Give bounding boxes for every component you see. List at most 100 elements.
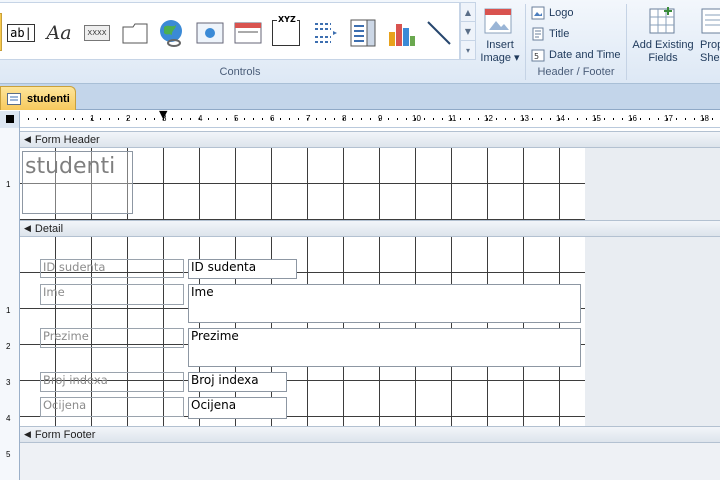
separator	[626, 4, 627, 80]
ruler-number: 5	[6, 450, 11, 459]
section-collapse-icon: ◀	[24, 429, 31, 439]
document-tab-bar	[0, 84, 720, 110]
ruler-tick	[397, 118, 398, 120]
ruler-tick	[37, 118, 38, 120]
header-footer-group-label: Header / Footer	[537, 66, 615, 78]
ruler-tick	[208, 118, 209, 120]
ruler-number: 14	[556, 114, 565, 123]
ruler-number: 12	[484, 114, 493, 123]
property-sheet-icon	[701, 8, 720, 34]
ruler-number: 4	[6, 414, 11, 423]
ruler-tick	[334, 118, 335, 120]
line-icon[interactable]	[424, 17, 454, 49]
ruler-tick	[487, 118, 488, 120]
text-box-icon[interactable]: ab|	[6, 17, 36, 49]
ruler-tick	[604, 118, 605, 120]
ruler-tick	[577, 118, 578, 120]
navigation-control-icon[interactable]	[233, 17, 263, 49]
ruler-tick	[622, 118, 623, 120]
logo-button[interactable]: Logo	[531, 4, 621, 22]
form-header-bar[interactable]: ◀ Form Header	[20, 131, 720, 148]
ruler-number: 15	[592, 114, 601, 123]
ruler-tick	[514, 118, 515, 120]
tab-control-icon[interactable]	[120, 17, 150, 49]
property-sheet-button[interactable]: Prop She	[698, 4, 720, 64]
ruler-tick	[451, 118, 452, 120]
controls-group-label: Controls	[219, 66, 261, 78]
ruler-tick	[136, 118, 137, 120]
ruler-tick	[379, 118, 380, 120]
ruler-tick	[127, 118, 128, 120]
title-icon	[532, 27, 544, 41]
label-ime[interactable]: Ime	[40, 284, 184, 305]
ruler-tick	[442, 118, 443, 120]
add-fields-icon	[649, 7, 675, 34]
date-time-icon: 5	[531, 49, 545, 62]
insert-image-button[interactable]: Insert Image ▾	[478, 4, 522, 64]
section-collapse-icon: ◀	[24, 134, 31, 144]
ruler-tick	[370, 118, 371, 120]
ruler-tick	[415, 118, 416, 120]
ruler-tick	[100, 118, 101, 120]
label-icon[interactable]: Aa	[44, 17, 74, 49]
ruler-tick	[307, 118, 308, 120]
label-prezime[interactable]: Prezime	[40, 328, 184, 348]
textbox-prezime[interactable]: Prezime	[188, 328, 581, 367]
ruler-tick	[253, 118, 254, 120]
label-broj-indexa[interactable]: Broj indexa	[40, 372, 184, 392]
detail-bar[interactable]: ◀ Detail	[20, 220, 720, 237]
chart-icon[interactable]	[386, 17, 416, 49]
ruler-tick	[586, 118, 587, 120]
ruler-tick	[613, 118, 614, 120]
form-footer-bar[interactable]: ◀ Form Footer	[20, 426, 720, 443]
title-button[interactable]: Title	[531, 25, 621, 43]
horizontal-ruler[interactable]: 12345678910111213141516171819	[20, 111, 720, 128]
hyperlink-icon[interactable]	[156, 17, 186, 49]
ruler-tick	[667, 118, 668, 120]
textbox-ime[interactable]: Ime	[188, 284, 581, 323]
combo-box-icon[interactable]	[348, 17, 378, 49]
ruler-tick	[424, 118, 425, 120]
textbox-broj-indexa[interactable]: Broj indexa	[188, 372, 287, 392]
ruler-tick	[145, 118, 146, 120]
ruler-number: 16	[628, 114, 637, 123]
ruler-tick	[262, 118, 263, 120]
insert-image-icon	[484, 8, 512, 34]
ruler-tick	[406, 118, 407, 120]
ruler-tick	[172, 118, 173, 120]
form-header-empty-area	[585, 148, 720, 220]
ruler-tick	[289, 118, 290, 120]
gallery-up-icon[interactable]: ▲	[461, 3, 475, 22]
label-ocijena[interactable]: Ocijena	[40, 397, 184, 417]
option-group-icon[interactable]: XYZ	[271, 15, 301, 49]
ruler-tick	[559, 118, 560, 120]
page-break-icon[interactable]	[310, 17, 340, 49]
web-browser-control-icon[interactable]	[195, 17, 225, 49]
ruler-tick	[217, 118, 218, 120]
svg-text:5: 5	[534, 52, 539, 61]
label-id-sudenta[interactable]: ID sudenta	[40, 259, 184, 278]
button-icon[interactable]: XXXX	[82, 17, 112, 49]
textbox-id-sudenta[interactable]: ID sudenta	[188, 259, 297, 279]
ruler-tick	[91, 118, 92, 120]
ruler-tick	[433, 118, 434, 120]
select-form-button[interactable]	[0, 111, 20, 128]
textbox-ocijena[interactable]: Ocijena	[188, 397, 287, 419]
ruler-number: 1	[6, 180, 11, 189]
ruler-tick	[523, 118, 524, 120]
form-icon	[7, 92, 21, 105]
selected-control-indicator	[0, 13, 2, 51]
ruler-tick	[109, 118, 110, 120]
form-title-label[interactable]: studenti	[22, 151, 133, 214]
ruler-number: 17	[664, 114, 673, 123]
ruler-tick	[226, 118, 227, 120]
ruler-tick	[352, 118, 353, 120]
controls-gallery: ab| Aa XXXX XYZ	[0, 2, 460, 60]
ruler-tick	[235, 118, 236, 120]
date-time-button[interactable]: 5 Date and Time	[531, 46, 626, 64]
ribbon: ab| Aa XXXX XYZ ▲ ▼ ▾ Controls Insert Im…	[0, 0, 720, 84]
vertical-ruler[interactable]: 1 1 2 3 4 5	[0, 128, 20, 480]
add-existing-fields-button[interactable]: Add Existing Fields	[630, 4, 696, 64]
document-tab-studenti[interactable]: studenti	[0, 86, 76, 110]
form-footer-section[interactable]	[20, 443, 720, 480]
